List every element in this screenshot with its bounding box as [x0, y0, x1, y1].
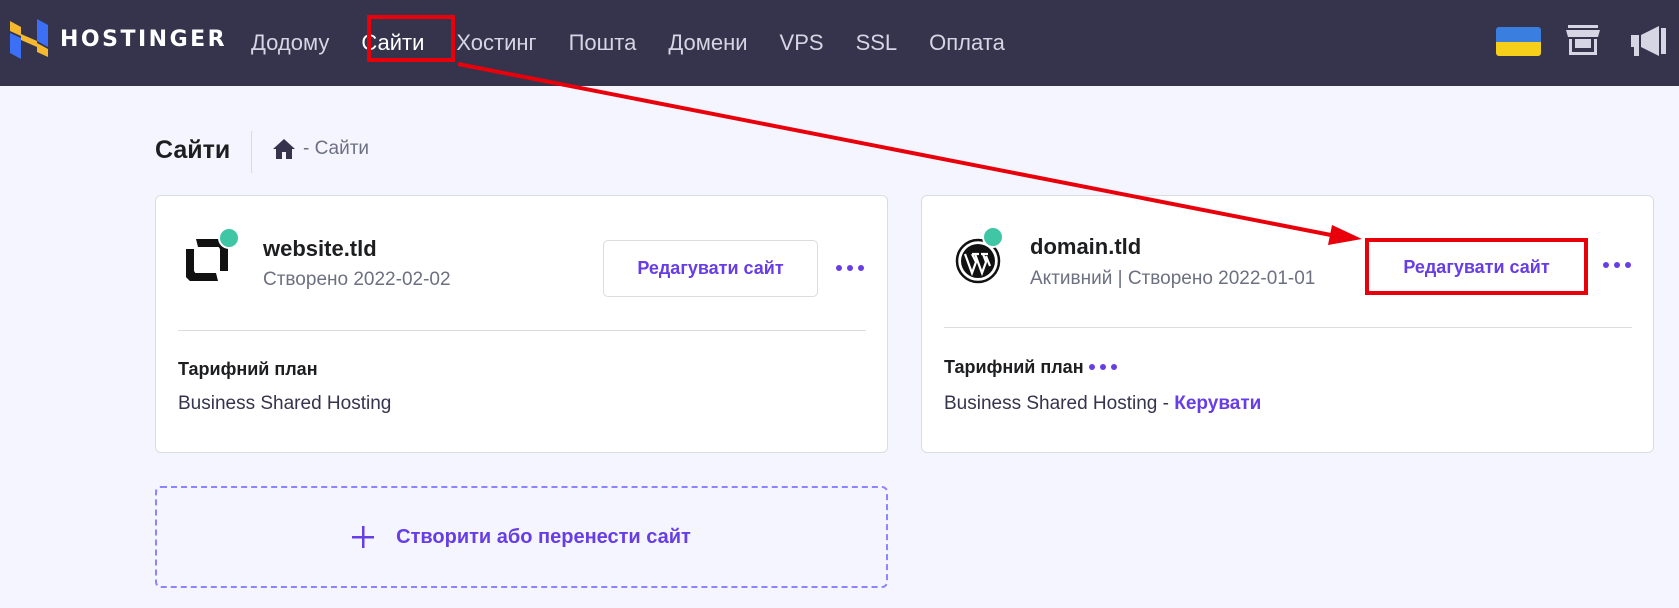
- nav-item-domains[interactable]: Домени: [668, 30, 747, 56]
- nav-item-home[interactable]: Додому: [251, 30, 329, 56]
- nav-item-vps[interactable]: VPS: [780, 30, 824, 56]
- nav-item-hosting[interactable]: Хостинг: [456, 30, 536, 56]
- plan-label: Тарифний план: [178, 359, 318, 379]
- megaphone-icon[interactable]: [1631, 24, 1667, 58]
- plan-value: Business Shared Hosting - Керувати: [944, 393, 1261, 415]
- more-options-icon[interactable]: [836, 265, 864, 271]
- status-indicator: [218, 227, 240, 249]
- edit-site-button[interactable]: Редагувати сайт: [603, 240, 818, 297]
- breadcrumb: - Сайти: [273, 138, 369, 160]
- annotation-highlight-nav: [367, 15, 455, 62]
- site-meta: Створено 2022-02-02: [263, 269, 451, 290]
- hostinger-logo[interactable]: HOSTINGER: [10, 19, 227, 59]
- plan-more-options-icon[interactable]: [1089, 364, 1117, 370]
- top-navigation-bar: HOSTINGER Додому Сайти Хостинг Пошта Дом…: [0, 0, 1679, 86]
- plus-icon: [352, 526, 375, 548]
- manage-link[interactable]: Керувати: [1174, 393, 1261, 414]
- hostinger-logo-icon: [10, 19, 48, 59]
- card-divider: [944, 327, 1632, 328]
- brand-name: HOSTINGER: [60, 26, 228, 52]
- store-icon[interactable]: [1566, 25, 1600, 55]
- nav-item-email[interactable]: Пошта: [569, 30, 637, 56]
- more-options-icon[interactable]: [1603, 262, 1631, 268]
- nav-item-ssl[interactable]: SSL: [856, 30, 898, 56]
- status-indicator: [982, 226, 1004, 248]
- title-divider: [251, 131, 252, 173]
- create-or-migrate-site-button[interactable]: Створити або перенести сайт: [155, 486, 888, 588]
- create-site-label: Створити або перенести сайт: [396, 525, 691, 548]
- card-divider: [178, 330, 866, 331]
- breadcrumb-current: - Сайти: [303, 138, 370, 159]
- site-meta: Активний | Створено 2022-01-01: [1030, 268, 1316, 289]
- site-card-domain: domain.tld Активний | Створено 2022-01-0…: [921, 195, 1654, 453]
- site-card-website: website.tld Створено 2022-02-02 Редагува…: [155, 195, 888, 453]
- site-name[interactable]: domain.tld: [1030, 234, 1141, 260]
- plan-value: Business Shared Hosting: [178, 393, 392, 414]
- site-name[interactable]: website.tld: [263, 236, 377, 262]
- home-icon[interactable]: [273, 139, 295, 159]
- plan-label: Тарифний план: [944, 357, 1084, 377]
- nav-item-billing[interactable]: Оплата: [929, 30, 1005, 56]
- page-title: Сайти: [155, 136, 231, 164]
- plan-name: Business Shared Hosting -: [944, 393, 1175, 414]
- ukraine-flag-icon[interactable]: [1496, 27, 1541, 56]
- annotation-highlight-edit: [1365, 238, 1588, 295]
